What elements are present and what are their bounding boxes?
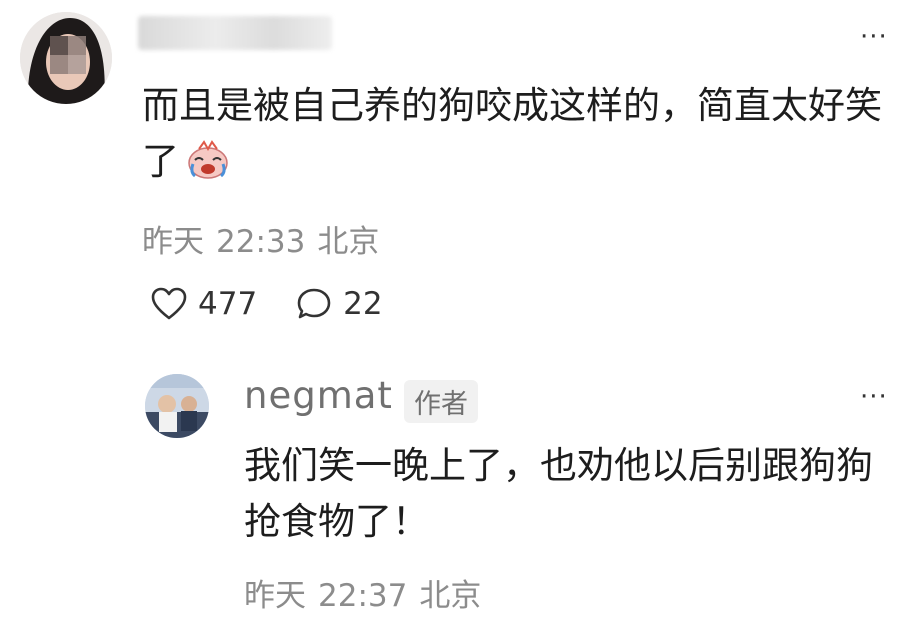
speech-bubble-icon xyxy=(297,288,331,319)
comment-meta: 昨天 22:33 北京 xyxy=(142,216,379,261)
reply-more-options-icon[interactable]: ··· xyxy=(860,384,888,410)
author-badge: 作者 xyxy=(404,380,478,423)
reply-avatar-image xyxy=(145,374,209,438)
reply-meta: 昨天 22:37 北京 xyxy=(244,570,481,615)
like-count: 477 xyxy=(198,286,258,322)
reply-body: 我们笑一晚上了，也劝他以后别跟狗狗抢食物了！ xyxy=(244,444,873,543)
more-options-icon[interactable]: ··· xyxy=(860,24,888,50)
reply-date: 昨天 xyxy=(244,578,306,614)
laughing-crying-emoji-icon xyxy=(185,138,231,180)
comment-location: 北京 xyxy=(317,224,380,260)
reply-time: 22:37 xyxy=(318,578,408,614)
reply-location: 北京 xyxy=(419,578,482,614)
comment-actions: 477 22 xyxy=(150,282,421,326)
commenter-avatar[interactable] xyxy=(20,12,112,104)
comment-text: 而且是被自己养的狗咬成这样的，简直太好笑了 xyxy=(142,84,882,183)
username-blurred[interactable] xyxy=(138,16,332,50)
reply-button[interactable]: 22 xyxy=(295,286,383,322)
comment-date: 昨天 xyxy=(142,224,204,260)
commenter-avatar-image xyxy=(20,12,112,104)
reply-count: 22 xyxy=(343,286,383,322)
reply-avatar[interactable] xyxy=(145,374,209,438)
reply-username[interactable]: negmat xyxy=(244,374,393,417)
heart-outline-icon xyxy=(151,287,187,320)
comment-body: 而且是被自己养的狗咬成这样的，简直太好笑了 xyxy=(142,78,902,190)
like-button[interactable]: 477 xyxy=(150,286,257,322)
comment-time: 22:33 xyxy=(216,224,306,260)
